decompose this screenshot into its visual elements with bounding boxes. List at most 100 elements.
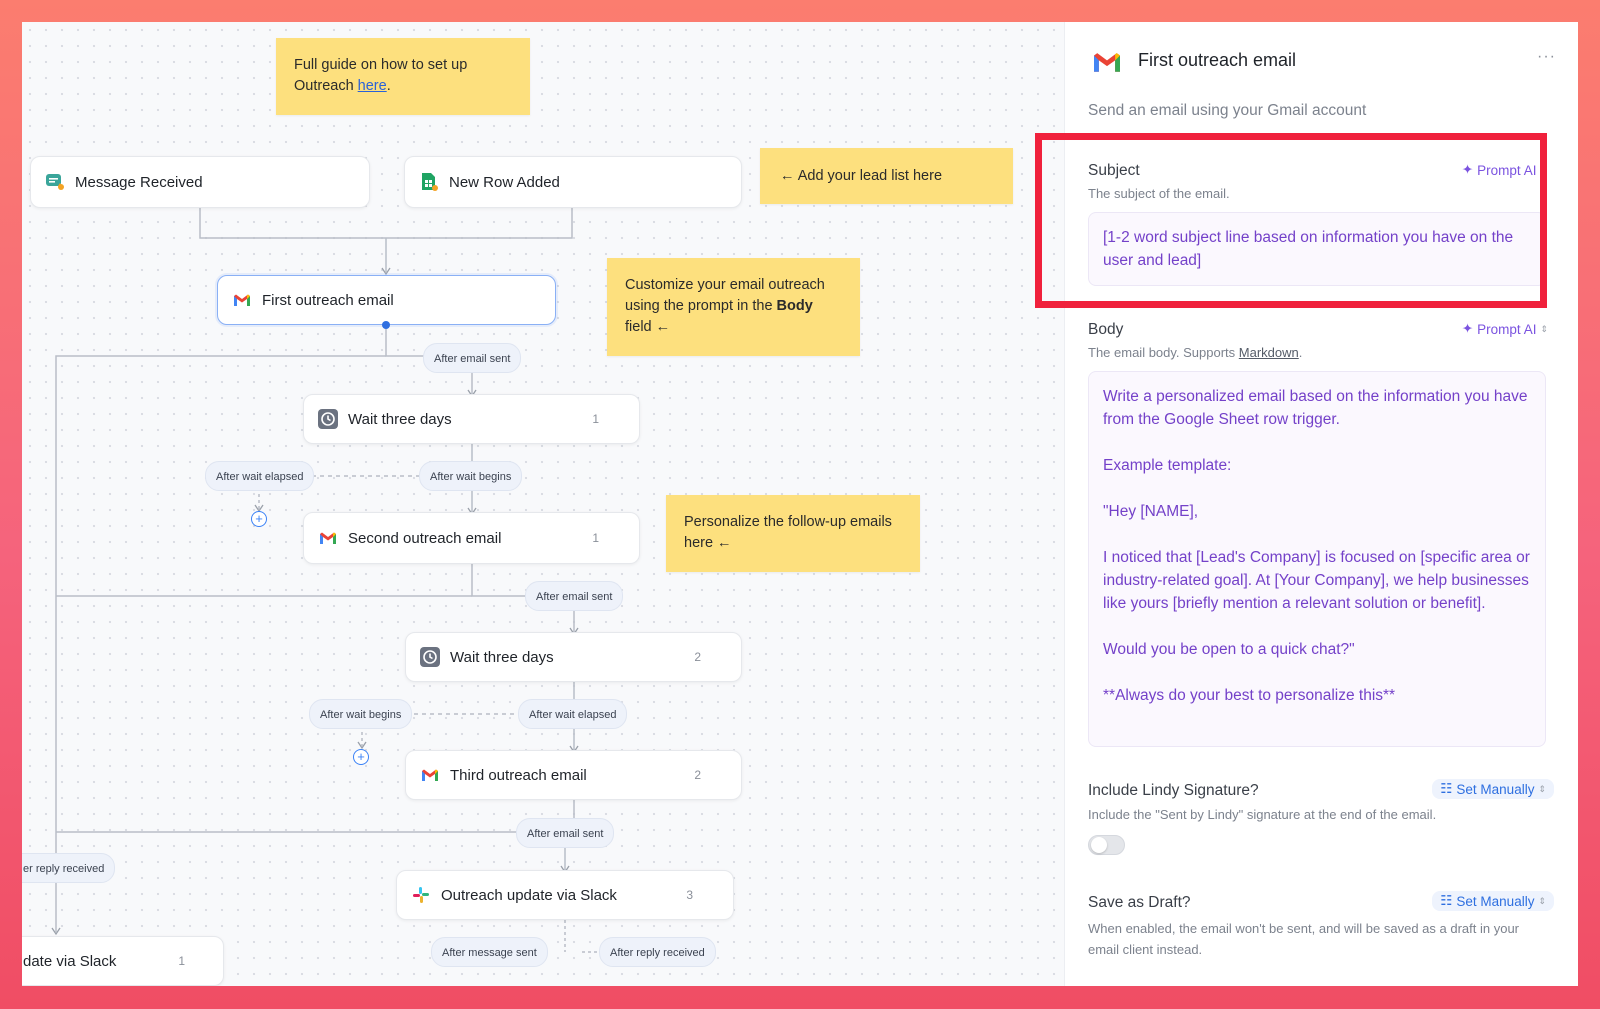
draft-mode-dropdown[interactable]: ☷ Set Manually ⇕ <box>1432 891 1554 911</box>
trigger-new-row-added[interactable]: New Row Added <box>404 156 742 208</box>
pill-after-wait-elapsed[interactable]: After wait elapsed <box>518 699 628 729</box>
node-label: Wait three days <box>450 648 554 666</box>
guide-note: Full guide on how to set up Outreach her… <box>276 38 530 115</box>
app-window: Full guide on how to set up Outreach her… <box>22 22 1578 986</box>
pill-label: After email sent <box>527 828 604 840</box>
guide-link[interactable]: here <box>358 78 387 94</box>
subject-desc: The subject of the email. <box>1088 186 1230 201</box>
node-count: 1 <box>592 412 599 426</box>
node-count: 1 <box>592 531 599 545</box>
pill-label: er reply received <box>23 863 105 875</box>
body-desc-text: The email body. Supports <box>1088 345 1239 360</box>
add-step-plus-icon[interactable]: + <box>353 749 369 765</box>
pill-label: After email sent <box>536 591 613 603</box>
gmail-logo-icon <box>1094 52 1120 77</box>
sparkle-icon: ✦ <box>1461 321 1474 336</box>
signature-mode-dropdown[interactable]: ☷ Set Manually ⇕ <box>1432 779 1554 799</box>
guide-note-period: . <box>386 78 391 94</box>
body-mode-dropdown[interactable]: ✦ Prompt AI ⇕ <box>1462 321 1548 337</box>
node-wait-three-days-2[interactable]: Wait three days 2 <box>405 632 742 682</box>
node-label: date via Slack <box>23 952 117 970</box>
draft-title: Save as Draft? <box>1088 894 1191 911</box>
signature-toggle[interactable] <box>1088 835 1125 855</box>
pill-label: After email sent <box>434 353 511 365</box>
panel-subtitle: Send an email using your Gmail account <box>1088 102 1367 119</box>
body-input[interactable]: Write a personalized email based on the … <box>1088 371 1546 747</box>
node-second-outreach-email[interactable]: Second outreach email 1 <box>303 512 640 564</box>
pill-label: After message sent <box>442 947 537 959</box>
customize-note: Customize your email outreach using the … <box>607 258 860 356</box>
node-third-outreach-email[interactable]: Third outreach email 2 <box>405 750 742 800</box>
node-label: Third outreach email <box>450 766 587 784</box>
personalize-note: Personalize the follow-up emails here ← <box>666 495 920 572</box>
node-label: Message Received <box>75 173 203 191</box>
node-label: First outreach email <box>262 291 394 309</box>
gmail-icon <box>232 290 252 310</box>
pill-label: After wait elapsed <box>529 709 617 721</box>
body-mode-label: Prompt AI <box>1477 321 1537 337</box>
add-step-plus-icon[interactable]: + <box>251 511 267 527</box>
body-desc-period: . <box>1298 345 1303 360</box>
pill-after-wait-elapsed[interactable]: After wait elapsed <box>205 461 315 491</box>
node-label: Outreach update via Slack <box>441 886 617 904</box>
subject-mode-label: Prompt AI <box>1477 162 1537 178</box>
node-count: 2 <box>694 650 701 664</box>
chat-trigger-icon <box>45 172 65 192</box>
more-options-icon[interactable]: ··· <box>1537 48 1556 66</box>
node-count: 3 <box>686 888 693 902</box>
customize-note-bold: Body <box>776 298 813 314</box>
pill-after-email-sent[interactable]: After email sent <box>516 818 615 848</box>
pill-after-email-sent[interactable]: After email sent <box>423 343 522 373</box>
gmail-icon <box>318 528 338 548</box>
pill-after-wait-begins[interactable]: After wait begins <box>419 461 523 491</box>
panel-title: First outreach email <box>1138 50 1297 70</box>
list-settings-icon: ☷ <box>1440 893 1453 908</box>
pill-label: After reply received <box>610 947 705 959</box>
properties-panel: First outreach email ··· Send an email u… <box>1064 22 1578 986</box>
gmail-icon <box>420 765 440 785</box>
pill-after-message-sent[interactable]: After message sent <box>431 937 548 967</box>
clock-icon <box>318 409 338 429</box>
customize-note-tail: field ← <box>625 319 671 335</box>
trigger-message-received[interactable]: Message Received <box>30 156 370 208</box>
draft-mode-label: Set Manually <box>1456 893 1535 909</box>
chevron-updown-icon: ⇕ <box>1538 895 1546 906</box>
body-title: Body <box>1088 321 1124 338</box>
output-handle[interactable] <box>382 321 390 329</box>
node-wait-three-days-1[interactable]: Wait three days 1 <box>303 394 640 444</box>
pill-label: After wait begins <box>320 709 402 721</box>
personalize-note-text: Personalize the follow-up emails here ← <box>684 514 892 551</box>
signature-mode-label: Set Manually <box>1456 781 1535 797</box>
draft-desc: When enabled, the email won't be sent, a… <box>1088 921 1520 957</box>
signature-title: Include Lindy Signature? <box>1088 782 1259 799</box>
subject-input[interactable]: [1-2 word subject line based on informat… <box>1088 212 1546 286</box>
pill-after-wait-begins[interactable]: After wait begins <box>309 699 413 729</box>
node-count: 1 <box>178 954 185 968</box>
markdown-link[interactable]: Markdown <box>1239 345 1299 360</box>
pill-after-reply-received[interactable]: After reply received <box>599 937 716 967</box>
pill-label: After wait begins <box>430 471 512 483</box>
pill-label: After wait elapsed <box>216 471 304 483</box>
subject-mode-dropdown[interactable]: ✦ Prompt AI ⇕ <box>1462 162 1548 178</box>
chevron-updown-icon: ⇕ <box>1540 164 1548 175</box>
lead-list-note-text: ← Add your lead list here <box>780 168 943 184</box>
node-label: Second outreach email <box>348 529 502 547</box>
pill-after-email-sent[interactable]: After email sent <box>525 581 624 611</box>
node-update-via-slack[interactable]: date via Slack 1 <box>22 936 224 986</box>
clock-icon <box>420 647 440 667</box>
node-count: 2 <box>694 768 701 782</box>
node-label: New Row Added <box>449 173 560 191</box>
pill-reply-received[interactable]: er reply received <box>22 853 116 883</box>
body-desc: The email body. Supports Markdown. <box>1088 345 1302 360</box>
node-outreach-update-slack[interactable]: Outreach update via Slack 3 <box>396 870 734 920</box>
signature-desc: Include the "Sent by Lindy" signature at… <box>1088 807 1437 822</box>
node-first-outreach-email[interactable]: First outreach email <box>217 275 556 325</box>
workflow-canvas[interactable]: Full guide on how to set up Outreach her… <box>22 22 1064 986</box>
lead-list-note: ← Add your lead list here <box>760 148 1013 204</box>
list-settings-icon: ☷ <box>1440 781 1453 796</box>
slack-icon <box>411 885 431 905</box>
subject-title: Subject <box>1088 162 1140 179</box>
chevron-updown-icon: ⇕ <box>1538 783 1546 794</box>
google-sheets-icon <box>419 172 439 192</box>
toggle-knob <box>1091 837 1107 853</box>
